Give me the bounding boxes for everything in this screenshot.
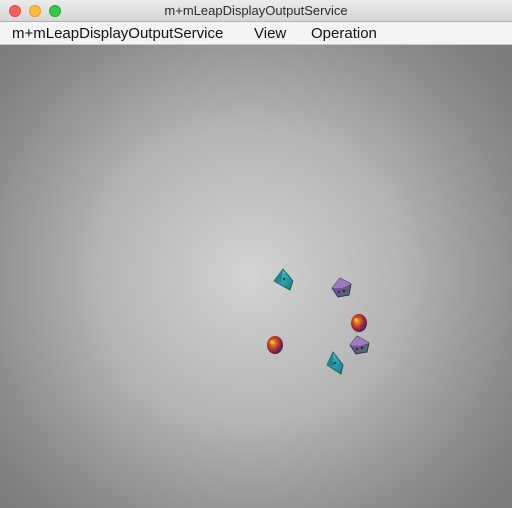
sphere-object-2 <box>267 336 283 354</box>
cube-object-1 <box>331 277 352 298</box>
sphere-object-1 <box>351 314 367 332</box>
scene-svg <box>267 268 370 375</box>
pyramid-object-1 <box>273 268 294 291</box>
cube-object-2 <box>349 335 370 355</box>
menu-view[interactable]: View <box>254 25 286 42</box>
display-canvas[interactable] <box>0 45 512 508</box>
pyramid-object-2 <box>326 351 344 375</box>
menu-operation[interactable]: Operation <box>311 25 377 42</box>
menu-bar: m+mLeapDisplayOutputService View Operati… <box>0 22 512 45</box>
app-window: m+mLeapDisplayOutputService m+mLeapDispl… <box>0 0 512 508</box>
menu-app[interactable]: m+mLeapDisplayOutputService <box>12 25 223 42</box>
window-title: m+mLeapDisplayOutputService <box>164 3 348 18</box>
title-bar[interactable]: m+mLeapDisplayOutputService <box>0 0 512 22</box>
